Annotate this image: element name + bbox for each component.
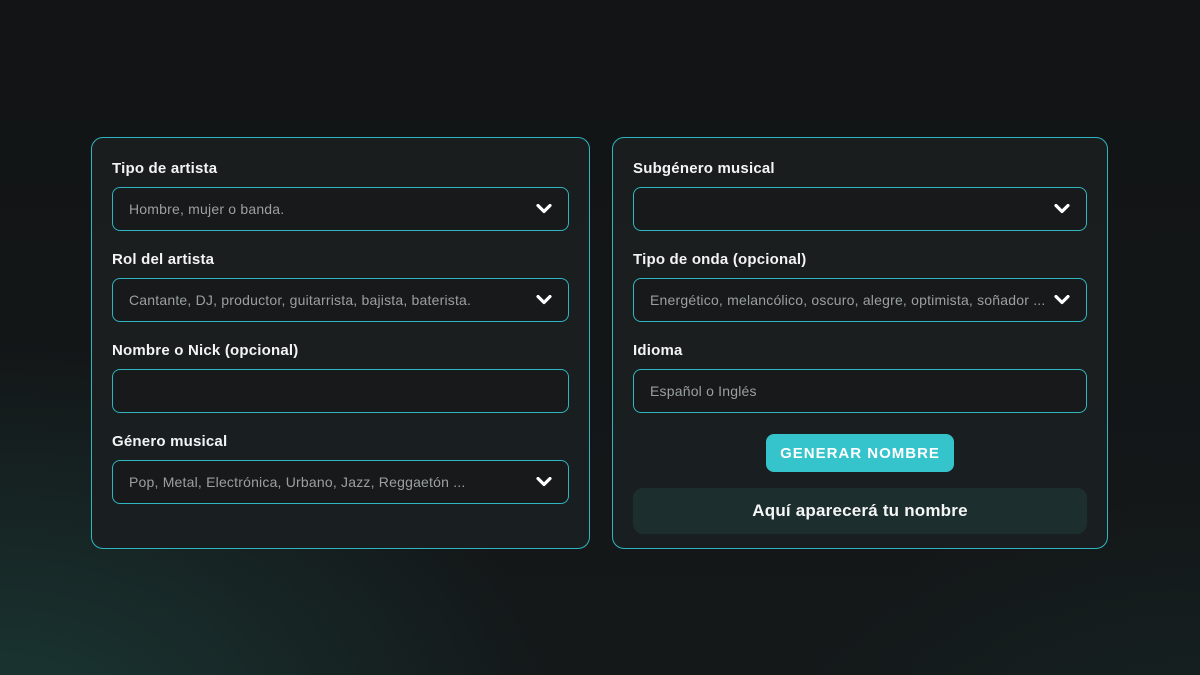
rol-del-artista-select[interactable]: Cantante, DJ, productor, guitarrista, ba… xyxy=(112,278,569,322)
generator-panel: Subgénero musical Tipo de onda (opcional… xyxy=(612,137,1108,549)
genero-musical-label: Género musical xyxy=(112,433,569,450)
chevron-down-icon xyxy=(536,295,552,305)
field-nombre-o-nick: Nombre o Nick (opcional) xyxy=(112,342,569,413)
tipo-de-onda-placeholder: Energético, melancólico, oscuro, alegre,… xyxy=(650,292,1044,308)
chevron-down-icon xyxy=(1054,204,1070,214)
generate-name-button[interactable]: GENERAR NOMBRE xyxy=(766,434,954,472)
field-subgenero-musical: Subgénero musical xyxy=(633,160,1087,231)
field-idioma: Idioma xyxy=(633,342,1087,413)
chevron-down-icon xyxy=(536,477,552,487)
genero-musical-placeholder: Pop, Metal, Electrónica, Urbano, Jazz, R… xyxy=(129,474,526,490)
artist-form-panel: Tipo de artista Hombre, mujer o banda. R… xyxy=(91,137,590,549)
subgenero-musical-select[interactable] xyxy=(633,187,1087,231)
tipo-de-onda-select[interactable]: Energético, melancólico, oscuro, alegre,… xyxy=(633,278,1087,322)
tipo-de-artista-label: Tipo de artista xyxy=(112,160,569,177)
chevron-down-icon xyxy=(536,204,552,214)
tipo-de-artista-placeholder: Hombre, mujer o banda. xyxy=(129,201,526,217)
idioma-input[interactable] xyxy=(633,369,1087,413)
field-tipo-de-artista: Tipo de artista Hombre, mujer o banda. xyxy=(112,160,569,231)
rol-del-artista-placeholder: Cantante, DJ, productor, guitarrista, ba… xyxy=(129,292,526,308)
nombre-o-nick-input[interactable] xyxy=(112,369,569,413)
tipo-de-onda-label: Tipo de onda (opcional) xyxy=(633,251,1087,268)
idioma-label: Idioma xyxy=(633,342,1087,359)
nombre-o-nick-label: Nombre o Nick (opcional) xyxy=(112,342,569,359)
rol-del-artista-label: Rol del artista xyxy=(112,251,569,268)
field-tipo-de-onda: Tipo de onda (opcional) Energético, mela… xyxy=(633,251,1087,322)
generated-name-result: Aquí aparecerá tu nombre xyxy=(633,488,1087,534)
chevron-down-icon xyxy=(1054,295,1070,305)
tipo-de-artista-select[interactable]: Hombre, mujer o banda. xyxy=(112,187,569,231)
field-genero-musical: Género musical Pop, Metal, Electrónica, … xyxy=(112,433,569,504)
genero-musical-select[interactable]: Pop, Metal, Electrónica, Urbano, Jazz, R… xyxy=(112,460,569,504)
subgenero-musical-label: Subgénero musical xyxy=(633,160,1087,177)
field-rol-del-artista: Rol del artista Cantante, DJ, productor,… xyxy=(112,251,569,322)
